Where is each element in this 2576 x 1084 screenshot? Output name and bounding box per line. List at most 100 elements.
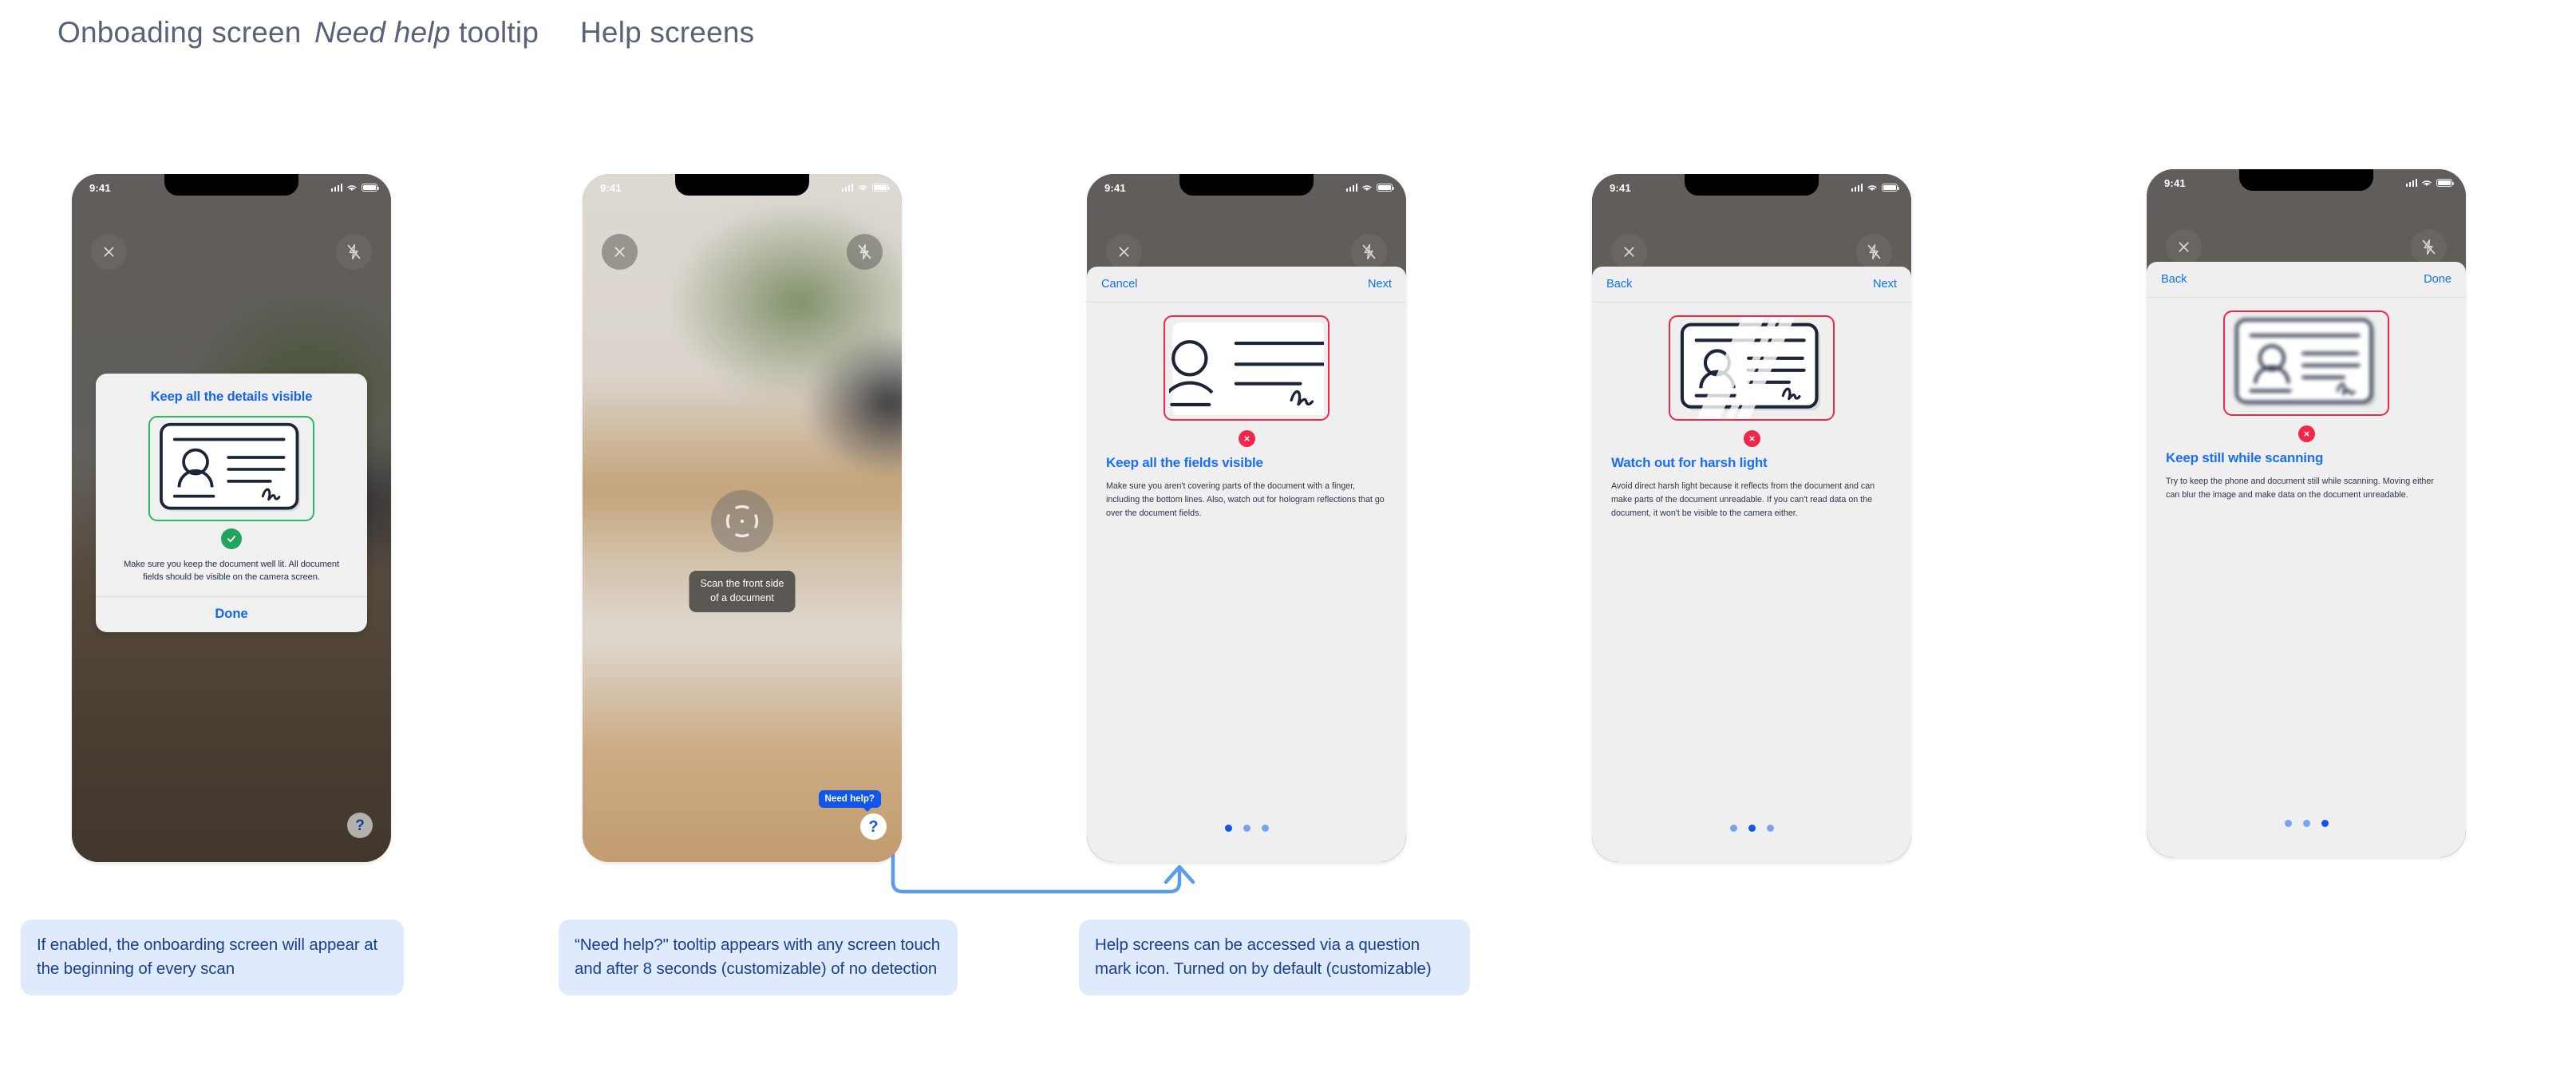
flash-off-icon	[347, 243, 361, 260]
callout-need-help: “Need help?" tooltip appears with any sc…	[559, 920, 958, 996]
flash-toggle-button[interactable]	[1856, 234, 1892, 270]
fail-badge	[2297, 425, 2315, 442]
battery-icon	[872, 184, 890, 192]
page-dots[interactable]	[2147, 820, 2466, 827]
focus-reticle-icon	[725, 504, 759, 538]
status-time: 9:41	[89, 181, 111, 194]
phone-need-help: 9:41 Scan the front side of a document N…	[583, 174, 902, 862]
help-button[interactable]: ?	[347, 813, 373, 838]
battery-icon	[362, 184, 379, 192]
need-help-group: Need help? ?	[818, 790, 887, 840]
close-icon	[104, 247, 114, 257]
done-button[interactable]: Done	[109, 597, 354, 632]
status-bar: 9:41	[1592, 174, 1911, 198]
flash-toggle-button[interactable]	[1351, 234, 1387, 270]
close-icon	[614, 247, 625, 257]
id-card-icon	[160, 422, 301, 512]
id-card-blurred-icon	[2234, 318, 2376, 406]
fail-icon	[2304, 431, 2309, 437]
flash-toggle-button[interactable]	[2411, 229, 2447, 265]
battery-icon	[1377, 184, 1394, 192]
page-dot[interactable]	[2321, 820, 2329, 827]
status-bar: 9:41	[2147, 169, 2466, 193]
fail-badge	[1238, 430, 1255, 447]
page-dot[interactable]	[2284, 820, 2292, 827]
id-card-frame	[1164, 315, 1329, 421]
flash-off-icon	[1362, 243, 1376, 260]
illustration-area	[1592, 303, 1911, 450]
phone-help-screen-2: 9:41 Back Next Watch out for harsh light…	[1592, 174, 1911, 862]
callout-help-screens: Help screens can be accessed via a quest…	[1079, 920, 1470, 996]
id-card-frame	[1669, 315, 1835, 421]
cellular-signal-icon	[330, 184, 342, 192]
section-title-need-help: Need help tooltip	[314, 16, 539, 49]
done-button[interactable]: Done	[2424, 273, 2452, 286]
status-bar: 9:41	[1087, 174, 1406, 198]
onboarding-title: Keep all the details visible	[150, 390, 313, 404]
page-root: Onboading screen Need help tooltip Help …	[0, 0, 2576, 1084]
help-body: Avoid direct harsh light because it refl…	[1611, 481, 1875, 518]
cellular-signal-icon	[1851, 184, 1863, 192]
page-dots[interactable]	[1592, 825, 1911, 832]
flash-off-icon	[2422, 239, 2436, 255]
phone-help-screen-1: 9:41 Cancel Next Keep all the fields vis…	[1087, 174, 1406, 862]
cellular-signal-icon	[1345, 184, 1357, 192]
page-dot[interactable]	[1243, 825, 1250, 832]
page-dot[interactable]	[1224, 825, 1232, 832]
help-sheet-2: Back Next Watch out for harsh light Avoi…	[1592, 267, 1911, 862]
onboarding-card: Keep all the details visible Make sure y…	[96, 374, 367, 633]
flash-toggle-button[interactable]	[336, 234, 372, 270]
next-button[interactable]: Next	[1873, 278, 1897, 291]
id-card-glare-icon	[1680, 322, 1821, 411]
page-dot[interactable]	[1748, 825, 1756, 832]
help-button[interactable]: ?	[860, 813, 887, 840]
fail-badge	[1743, 430, 1760, 447]
status-time: 9:41	[1610, 181, 1631, 194]
status-bar: 9:41	[72, 174, 391, 198]
sheet-nav: Back Next	[1592, 267, 1911, 303]
status-time: 9:41	[600, 181, 622, 194]
page-dots[interactable]	[1087, 825, 1406, 832]
sheet-nav: Cancel Next	[1087, 267, 1406, 303]
battery-icon	[2436, 179, 2454, 187]
section-title-onboarding: Onboading screen	[57, 16, 302, 49]
page-dot[interactable]	[1729, 825, 1737, 832]
phone-onboarding: 9:41 Keep all the details visible Make s…	[72, 174, 391, 862]
need-help-tooltip: Need help?	[818, 790, 881, 812]
cancel-button[interactable]: Cancel	[1101, 278, 1137, 291]
help-heading: Keep all the fields visible	[1106, 455, 1263, 470]
close-icon	[2179, 242, 2189, 252]
illustration-area	[2147, 298, 2466, 445]
next-button[interactable]: Next	[1368, 278, 1392, 291]
phone-help-screen-3: 9:41 Back Done Keep still while scanning…	[2147, 169, 2466, 857]
help-heading: Watch out for harsh light	[1611, 455, 1768, 470]
close-button[interactable]	[1106, 234, 1142, 270]
close-button[interactable]	[2166, 229, 2202, 265]
check-icon	[227, 536, 236, 543]
flash-toggle-button[interactable]	[847, 234, 883, 270]
back-button[interactable]: Back	[1606, 278, 1632, 291]
battery-icon	[1882, 184, 1899, 192]
onboarding-body: Make sure you keep the document well lit…	[123, 560, 340, 583]
status-time: 9:41	[1104, 181, 1126, 194]
help-heading: Keep still while scanning	[2166, 450, 2324, 465]
section-title-help-screens: Help screens	[580, 16, 755, 49]
close-button[interactable]	[1611, 234, 1647, 270]
close-button[interactable]	[602, 234, 638, 270]
wifi-icon	[858, 184, 867, 191]
close-button[interactable]	[91, 234, 127, 270]
success-badge	[221, 528, 242, 549]
page-dot[interactable]	[1261, 825, 1269, 832]
scan-hint-tooltip: Scan the front side of a document	[689, 571, 796, 612]
back-button[interactable]: Back	[2161, 273, 2187, 286]
page-dot[interactable]	[1766, 825, 1774, 832]
callout-onboarding: If enabled, the onboarding screen will a…	[21, 920, 404, 996]
page-dot[interactable]	[2302, 820, 2310, 827]
help-body: Try to keep the phone and document still…	[2166, 477, 2434, 500]
id-card-cropped-icon	[1169, 322, 1324, 415]
help-sheet-1: Cancel Next Keep all the fields visible …	[1087, 267, 1406, 862]
flash-off-icon	[858, 243, 871, 260]
focus-reticle	[711, 490, 773, 552]
fail-icon	[1244, 436, 1249, 441]
cellular-signal-icon	[2405, 179, 2417, 187]
